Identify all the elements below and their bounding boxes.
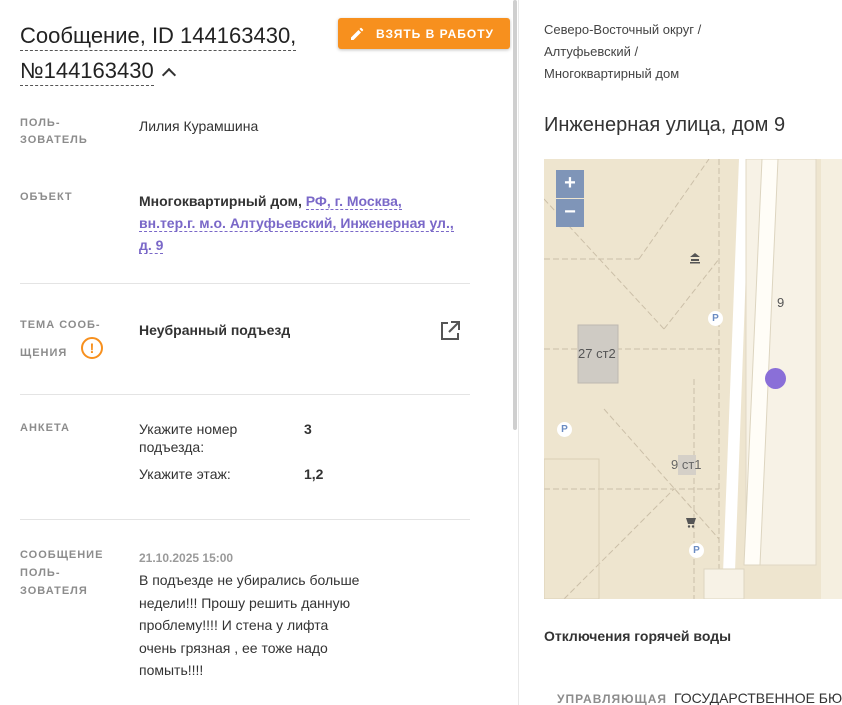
- parking-icon: P: [689, 543, 704, 558]
- breadcrumb-district[interactable]: Северо-Восточный округ /: [544, 19, 701, 41]
- breadcrumb-type[interactable]: Многоквартирный дом: [544, 63, 679, 85]
- chevron-up-icon[interactable]: [161, 67, 176, 83]
- user-label: ПОЛЬ- ЗОВАТЕЛЬ: [20, 117, 88, 146]
- survey-question-2: Укажите этаж:: [139, 466, 231, 482]
- school-icon: [689, 251, 701, 264]
- object-panel: Северо-Восточный округ / Алтуфьевский / …: [519, 0, 842, 705]
- zoom-in-button[interactable]: +: [556, 170, 584, 198]
- message-title[interactable]: Сообщение, ID 144163430, №144163430: [20, 20, 320, 90]
- breadcrumb-area[interactable]: Алтуфьевский /: [544, 41, 638, 63]
- map[interactable]: 27 ст2 9 9 ст1 P P P + −: [544, 159, 842, 599]
- map-label-house: 9: [777, 295, 785, 310]
- user-value: Лилия Курамшина: [139, 118, 259, 134]
- object-address-link-1[interactable]: РФ, г. Москва,: [305, 193, 402, 210]
- object-value: Многоквартирный дом, РФ, г. Москва, вн.т…: [139, 190, 469, 256]
- object-address-link-3[interactable]: д. 9: [139, 237, 164, 254]
- message-date: 21.10.2025 15:00: [139, 551, 234, 565]
- take-to-work-button[interactable]: ВЗЯТЬ В РАБОТУ: [338, 18, 510, 49]
- management-label: УПРАВЛЯЮЩАЯ: [557, 692, 668, 705]
- object-type: Многоквартирный дом,: [139, 193, 302, 209]
- parking-icon: P: [557, 422, 572, 437]
- message-panel: Сообщение, ID 144163430, №144163430 ВЗЯТ…: [0, 0, 514, 705]
- parking-icon: P: [708, 311, 723, 326]
- outage-title: Отключения горячей воды: [544, 628, 732, 644]
- open-external-icon[interactable]: [439, 320, 461, 342]
- message-title-line1: Сообщение, ID 144163430,: [20, 22, 297, 51]
- survey-label: АНКЕТА: [20, 422, 70, 434]
- message-text: В подъезде не убирались больше недели!!!…: [139, 572, 360, 678]
- map-marker[interactable]: [765, 368, 786, 389]
- take-to-work-label: ВЗЯТЬ В РАБОТУ: [376, 26, 495, 41]
- object-label: ОБЪЕКТ: [20, 191, 73, 203]
- divider: [20, 519, 470, 520]
- pencil-icon: [351, 27, 364, 40]
- divider: [20, 283, 470, 284]
- scrollbar-thumb[interactable]: [513, 0, 517, 430]
- message-title-line2: №144163430: [20, 57, 154, 86]
- shop-icon: [685, 515, 697, 528]
- address-title: Инженерная улица, дом 9: [544, 114, 786, 136]
- survey-answer-2: 1,2: [304, 466, 324, 482]
- divider: [20, 394, 470, 395]
- map-canvas: [544, 159, 842, 599]
- survey-question-1: Укажите номер подъезда:: [139, 421, 238, 455]
- zoom-out-button[interactable]: −: [556, 199, 584, 227]
- survey-answer-1: 3: [304, 421, 312, 437]
- topic-value: Неубранный подъезд: [139, 322, 291, 338]
- warning-icon: !: [81, 337, 103, 359]
- user-message-label: СООБЩЕНИЕ ПОЛЬ- ЗОВАТЕЛЯ: [20, 549, 104, 597]
- map-label-st1: 9 ст1: [671, 457, 702, 472]
- object-address-link-2[interactable]: вн.тер.г. м.о. Алтуфьевский, Инженерная …: [139, 215, 454, 232]
- map-label-building: 27 ст2: [578, 346, 616, 361]
- management-value: ГОСУДАРСТВЕННОЕ БЮ: [674, 690, 842, 705]
